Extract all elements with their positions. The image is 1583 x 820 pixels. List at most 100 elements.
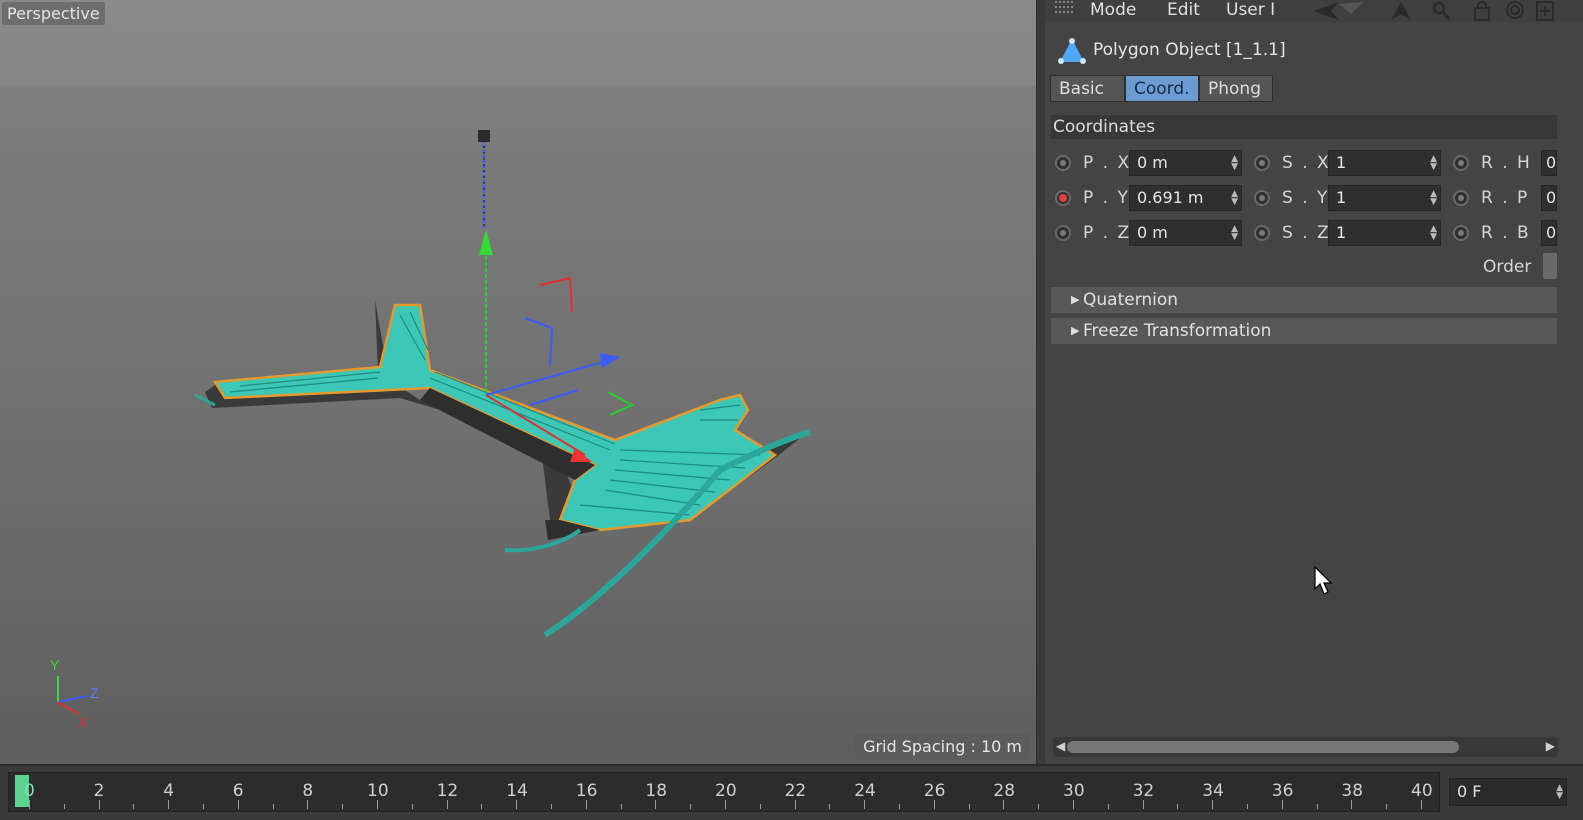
timeline-tick <box>307 800 309 809</box>
group-freeze-transformation[interactable]: ▶ Freeze Transformation <box>1051 318 1557 344</box>
radio-rb[interactable] <box>1453 225 1469 241</box>
input-rp[interactable]: 0 <box>1541 185 1557 211</box>
grid-spacing-label: Grid Spacing : 10 m <box>855 734 1030 759</box>
timeline-label: 36 <box>1271 781 1294 801</box>
menu-mode[interactable]: Mode <box>1090 0 1136 20</box>
value-pz: 0 m <box>1137 223 1168 242</box>
expand-triangle-icon[interactable]: ▶ <box>1071 287 1079 313</box>
timeline-ruler[interactable]: 0 2 4 6 8 10 12 14 16 18 20 22 24 26 28 30 32 34 36 38 40 <box>8 772 1440 812</box>
viewport-camera-label[interactable]: Perspective <box>2 2 105 25</box>
value-px: 0 m <box>1137 153 1168 172</box>
viewport-perspective[interactable]: Y Z X Perspective Grid Spacing : 10 m <box>0 0 1036 764</box>
target-icon[interactable] <box>1506 1 1524 19</box>
timeline-tick <box>203 804 204 809</box>
input-px[interactable]: 0 m ▲ ▼ <box>1129 150 1242 176</box>
label-pz: P . Z <box>1083 223 1132 243</box>
input-sx[interactable]: 1 ▲ ▼ <box>1328 150 1441 176</box>
order-dropdown[interactable] <box>1543 253 1557 279</box>
timeline-tick <box>446 800 448 809</box>
spinner-icon[interactable]: ▲ ▼ <box>1430 225 1437 242</box>
timeline-tick <box>237 800 239 809</box>
lock-icon[interactable] <box>1474 1 1490 21</box>
label-py: P . Y <box>1083 188 1130 208</box>
group-quaternion-label: Quaternion <box>1083 290 1179 310</box>
radio-sx[interactable] <box>1254 155 1270 171</box>
polygon-object-model[interactable] <box>194 300 811 638</box>
timeline-tick <box>1281 800 1283 809</box>
timeline-label: 34 <box>1202 781 1224 801</box>
timeline: 0 2 4 6 8 10 12 14 16 18 20 22 24 26 28 30 32 34 36 38 40 0 … <box>0 764 1583 820</box>
input-rb[interactable]: 0 <box>1541 220 1557 246</box>
value-sx: 1 <box>1336 153 1347 172</box>
spinner-icon[interactable]: ▲ ▼ <box>1430 190 1437 207</box>
timeline-tick <box>655 800 657 809</box>
label-sy: S . Y <box>1282 188 1330 208</box>
new-panel-icon[interactable] <box>1536 1 1554 21</box>
radio-rh[interactable] <box>1453 155 1469 171</box>
spinner-icon[interactable]: ▲ ▼ <box>1231 190 1238 207</box>
tab-phong[interactable]: Phong <box>1199 75 1273 102</box>
tab-coord[interactable]: Coord. <box>1125 75 1199 102</box>
spinner-icon[interactable]: ▲ ▼ <box>1430 155 1437 172</box>
timeline-label: 8 <box>302 781 314 801</box>
back-arrow-icon[interactable] <box>1313 2 1363 20</box>
timeline-tick <box>411 804 413 809</box>
grip-icon[interactable] <box>1055 1 1075 19</box>
timeline-label: 10 <box>367 781 389 801</box>
current-frame-input[interactable]: 0 F ▲ ▼ <box>1449 778 1567 806</box>
search-icon[interactable] <box>1432 1 1451 20</box>
axis-label-z: Z <box>90 685 99 701</box>
input-sz[interactable]: 1 ▲ ▼ <box>1328 220 1441 246</box>
timeline-tick <box>585 800 587 809</box>
mouse-cursor-icon <box>1314 566 1333 595</box>
timeline-tick <box>1003 800 1005 809</box>
radio-sz[interactable] <box>1254 225 1270 241</box>
axis-label-y: Y <box>50 657 60 673</box>
label-sz: S . Z <box>1282 223 1331 243</box>
scene-canvas[interactable]: Y Z X <box>0 0 1036 764</box>
timeline-tick <box>968 804 970 809</box>
spinner-icon[interactable]: ▲ ▼ <box>1231 225 1238 242</box>
input-sy[interactable]: 1 ▲ ▼ <box>1328 185 1441 211</box>
radio-pz[interactable] <box>1055 225 1071 241</box>
timeline-label: 12 <box>436 781 459 801</box>
timeline-label: 18 <box>645 781 668 801</box>
input-rh[interactable]: 0 <box>1541 150 1557 176</box>
menu-user[interactable]: User I <box>1226 0 1275 20</box>
tab-basic[interactable]: Basic <box>1050 75 1125 102</box>
input-py[interactable]: 0.691 m ▲ ▼ <box>1129 185 1242 211</box>
radio-px[interactable] <box>1055 155 1071 171</box>
label-rp: R . P <box>1481 188 1530 208</box>
value-sz: 1 <box>1336 223 1347 242</box>
timeline-label: 30 <box>1063 781 1085 801</box>
radio-sy[interactable] <box>1254 190 1270 206</box>
input-pz[interactable]: 0 m ▲ ▼ <box>1129 220 1242 246</box>
up-arrow-icon[interactable] <box>1391 2 1411 20</box>
timeline-label: 2 <box>93 781 105 801</box>
value-rp: 0 <box>1546 188 1557 207</box>
horizontal-scrollbar[interactable]: ◀ ▶ <box>1053 737 1558 757</box>
timeline-label: 24 <box>854 781 876 801</box>
expand-triangle-icon[interactable]: ▶ <box>1071 318 1079 344</box>
spinner-icon[interactable]: ▲ ▼ <box>1556 784 1563 801</box>
axis-label-x: X <box>78 714 88 730</box>
timeline-tick <box>1073 800 1074 809</box>
timeline-label: 14 <box>506 781 528 801</box>
radio-py-keyed[interactable] <box>1055 190 1071 206</box>
group-quaternion[interactable]: ▶ Quaternion <box>1051 287 1557 313</box>
section-coordinates: Coordinates <box>1051 115 1557 139</box>
spinner-icon[interactable]: ▲ ▼ <box>1231 155 1238 172</box>
timeline-tick <box>725 800 726 809</box>
timeline-tick <box>1247 804 1248 809</box>
menu-edit[interactable]: Edit <box>1167 0 1200 20</box>
scrollbar-thumb[interactable] <box>1067 741 1459 753</box>
timeline-tick <box>899 804 900 809</box>
timeline-label: 4 <box>163 781 175 801</box>
scroll-right-icon[interactable]: ▶ <box>1546 739 1555 753</box>
timeline-tick <box>133 804 135 809</box>
object-title: Polygon Object [1_1.1] <box>1093 40 1286 60</box>
scroll-left-icon[interactable]: ◀ <box>1056 739 1065 753</box>
radio-rp[interactable] <box>1453 190 1469 206</box>
order-label: Order <box>1483 257 1532 277</box>
timeline-tick <box>829 804 831 809</box>
